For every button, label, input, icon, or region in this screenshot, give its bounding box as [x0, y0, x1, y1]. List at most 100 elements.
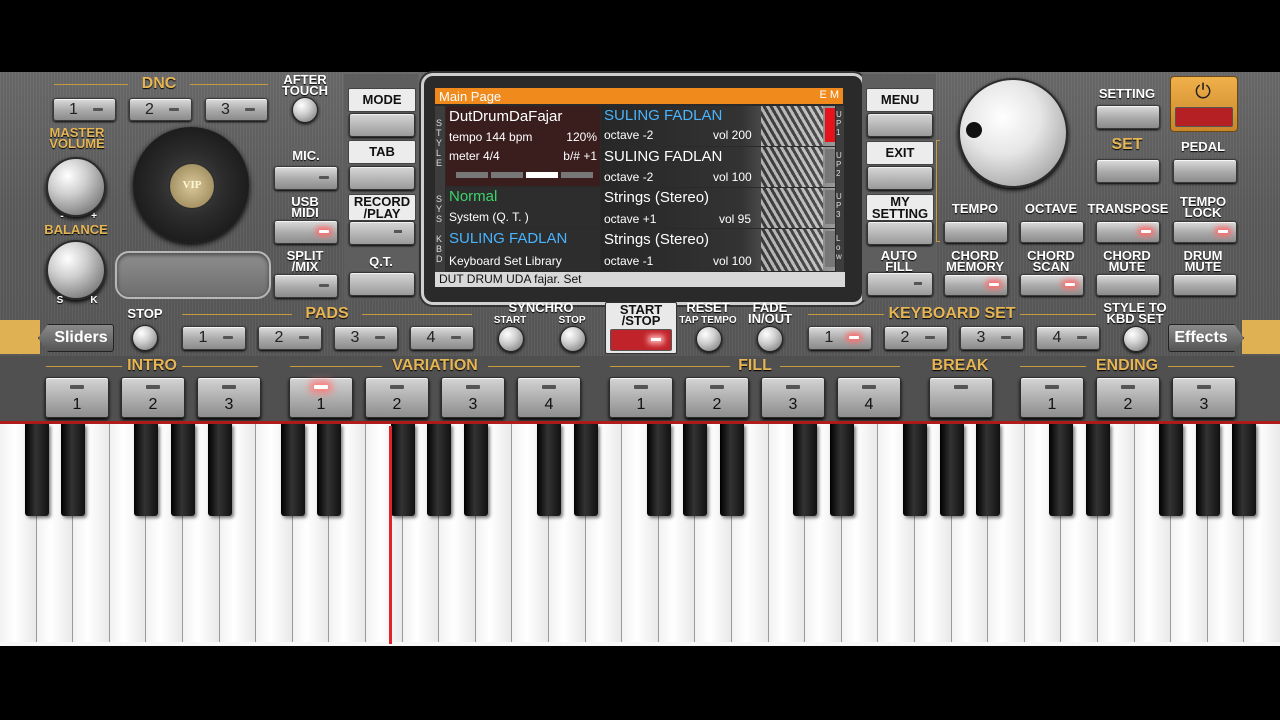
chord-scan-button[interactable] [1020, 274, 1084, 296]
ending-button-1[interactable]: 1 [1020, 377, 1084, 418]
exit-button[interactable] [867, 166, 933, 190]
master-volume-knob[interactable] [46, 157, 106, 217]
variation-button-2[interactable]: 2 [365, 377, 429, 418]
black-key[interactable] [1049, 424, 1074, 516]
start-stop-button[interactable]: START /STOP [605, 302, 677, 354]
touch-pad[interactable] [115, 251, 271, 299]
black-key[interactable] [646, 424, 671, 516]
black-key[interactable] [829, 424, 854, 516]
pad-button-3[interactable]: 3 [334, 326, 398, 350]
beat-4 [561, 172, 593, 178]
fill-button-2[interactable]: 2 [685, 377, 749, 418]
black-key[interactable] [1195, 424, 1220, 516]
fill-button-4[interactable]: 4 [837, 377, 901, 418]
kbd-set-button-1[interactable]: 1 [808, 326, 872, 350]
part-low[interactable]: Strings (Stereo) octave -1 vol 100 [601, 229, 835, 271]
vip-disc-icon[interactable]: VIP [133, 127, 249, 243]
black-key[interactable] [1232, 424, 1257, 516]
black-key[interactable] [976, 424, 1001, 516]
kbd-set-button-4[interactable]: 4 [1036, 326, 1100, 350]
sys-block[interactable]: Normal System (Q. T. ) [446, 187, 600, 228]
part-low-name: Strings (Stereo) [604, 231, 710, 248]
intro-button-2[interactable]: 2 [121, 377, 185, 418]
split-mix-button[interactable] [274, 274, 338, 298]
black-key[interactable] [280, 424, 305, 516]
black-key[interactable] [390, 424, 415, 516]
synchro-stop-knob[interactable] [560, 326, 586, 352]
pad-button-4[interactable]: 4 [410, 326, 474, 350]
tap-tempo-knob[interactable] [696, 326, 722, 352]
chord-memory-button[interactable] [944, 274, 1008, 296]
record-play-button[interactable] [349, 221, 415, 245]
pads-stop-knob[interactable] [132, 325, 158, 351]
drum-mute-button[interactable] [1173, 274, 1237, 296]
transpose-button[interactable] [1096, 221, 1160, 243]
mic-button[interactable] [274, 166, 338, 190]
black-key[interactable] [939, 424, 964, 516]
balance-knob[interactable] [46, 240, 106, 300]
black-key[interactable] [1159, 424, 1184, 516]
fill-button-3[interactable]: 3 [761, 377, 825, 418]
kbd-set-button-3[interactable]: 3 [960, 326, 1024, 350]
set-button[interactable] [1096, 159, 1160, 183]
pad-button-1[interactable]: 1 [182, 326, 246, 350]
menu-button[interactable] [867, 113, 933, 137]
black-key[interactable] [24, 424, 49, 516]
black-key[interactable] [573, 424, 598, 516]
black-key[interactable] [317, 424, 342, 516]
variation-button-1[interactable]: 1 [289, 377, 353, 418]
after-touch-knob[interactable] [292, 97, 318, 123]
tempo-button[interactable] [944, 221, 1008, 243]
black-key[interactable] [171, 424, 195, 516]
black-key[interactable] [463, 424, 488, 516]
dnc-button-2[interactable]: 2 [129, 98, 192, 121]
black-key[interactable] [720, 424, 744, 516]
tab-button[interactable] [349, 166, 415, 190]
fade-knob[interactable] [757, 326, 783, 352]
tempo-lock-button[interactable] [1173, 221, 1237, 243]
kbd-block[interactable]: SULING FADLAN Keyboard Set Library [446, 229, 600, 271]
style-block[interactable]: DutDrumDaFajar tempo 144 bpm 120% meter … [446, 106, 600, 186]
octave-button[interactable] [1020, 221, 1084, 243]
setting-button[interactable] [1096, 105, 1160, 129]
kbd-set-button-2[interactable]: 2 [884, 326, 948, 350]
black-key[interactable] [537, 424, 561, 516]
my-setting-button[interactable] [867, 221, 933, 245]
break-button[interactable] [929, 377, 993, 418]
piano-keyboard[interactable] [0, 424, 1280, 646]
black-key[interactable] [793, 424, 818, 516]
ending-button-2[interactable]: 2 [1096, 377, 1160, 418]
part-up3[interactable]: Strings (Stereo) octave +1 vol 95 [601, 188, 835, 228]
data-dial-knob[interactable] [958, 78, 1068, 188]
black-key[interactable] [1086, 424, 1110, 516]
pad-button-2[interactable]: 2 [258, 326, 322, 350]
part-up2[interactable]: SULING FADLAN octave -2 vol 100 [601, 147, 835, 187]
intro-button-1[interactable]: 1 [45, 377, 109, 418]
variation-button-3[interactable]: 3 [441, 377, 505, 418]
chord-mute-button[interactable] [1096, 274, 1160, 296]
intro-button-3[interactable]: 3 [197, 377, 261, 418]
usb-midi-button[interactable] [274, 220, 338, 244]
ending-button-3[interactable]: 3 [1172, 377, 1236, 418]
dnc-button-1[interactable]: 1 [53, 98, 116, 121]
auto-fill-button[interactable] [867, 272, 933, 296]
dnc-button-3[interactable]: 3 [205, 98, 268, 121]
power-button[interactable]: ⏻ [1170, 76, 1238, 132]
style-name: DutDrumDaFajar [449, 108, 563, 125]
black-key[interactable] [683, 424, 708, 516]
style-to-kbd-knob[interactable] [1123, 326, 1149, 352]
black-key[interactable] [903, 424, 927, 516]
variation-button-4[interactable]: 4 [517, 377, 581, 418]
mode-button[interactable] [349, 113, 415, 137]
black-key[interactable] [427, 424, 452, 516]
sliders-button[interactable]: Sliders [38, 324, 114, 352]
pedal-button[interactable] [1173, 159, 1237, 183]
qt-button[interactable] [349, 272, 415, 296]
black-key[interactable] [134, 424, 159, 516]
black-key[interactable] [61, 424, 86, 516]
effects-button[interactable]: Effects [1168, 324, 1244, 352]
black-key[interactable] [207, 424, 232, 516]
fill-button-1[interactable]: 1 [609, 377, 673, 418]
part-up1[interactable]: SULING FADLAN octave -2 vol 200 [601, 106, 835, 146]
synchro-start-knob[interactable] [498, 326, 524, 352]
